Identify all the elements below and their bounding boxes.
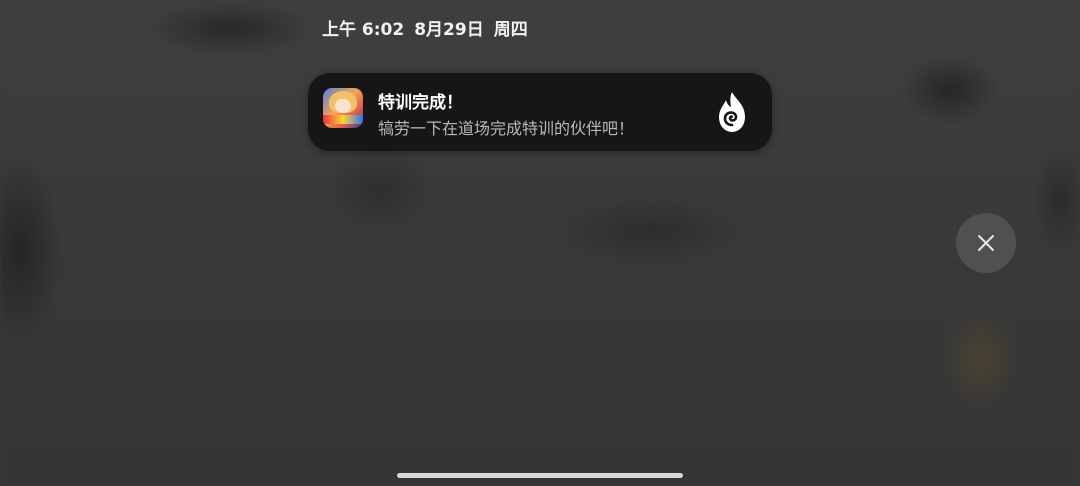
game-app-icon: [323, 88, 363, 128]
notification-body: 犒劳一下在道场完成特训的伙伴吧！: [378, 119, 635, 138]
status-time: 上午 6:02: [322, 20, 405, 40]
status-date: 8月29日: [414, 20, 484, 40]
status-weekday: 周四: [493, 20, 528, 40]
notification-card[interactable]: 特训完成！ 犒劳一下在道场完成特训的伙伴吧！: [308, 73, 772, 151]
dismiss-button[interactable]: [956, 213, 1016, 273]
flame-spiral-icon[interactable]: [712, 90, 752, 134]
status-datetime: 上午 6:02 8月29日 周四: [322, 15, 538, 40]
close-icon: [978, 235, 994, 251]
home-indicator-bar[interactable]: [397, 473, 683, 478]
notification-title: 特训完成！: [378, 93, 463, 113]
